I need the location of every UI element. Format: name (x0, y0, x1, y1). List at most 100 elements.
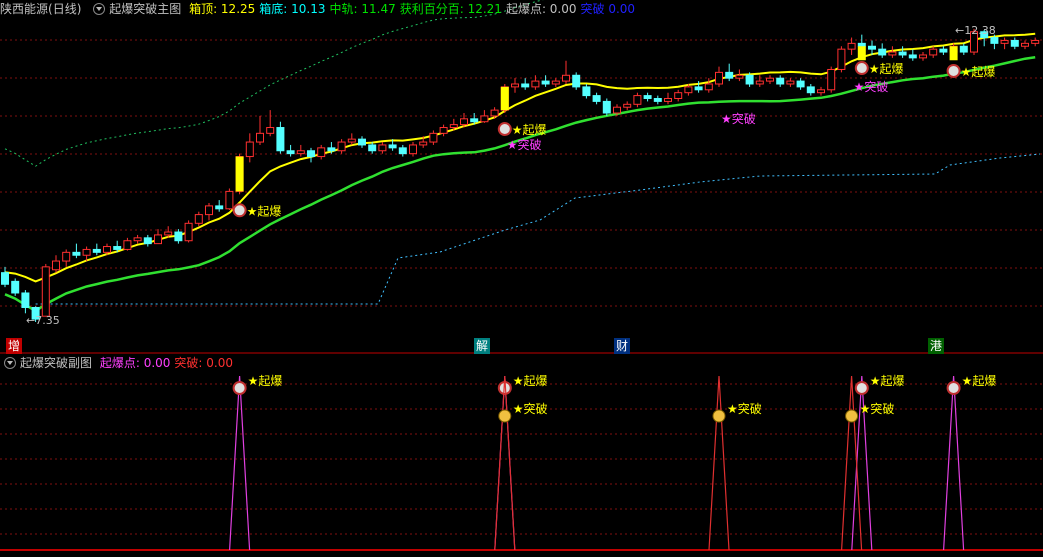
sub-indicator-name[interactable]: 起爆突破副图 (20, 356, 92, 370)
sub-qibao-label-3: ★起爆 (962, 374, 997, 388)
candle-body-9 (92, 248, 101, 253)
sub-qibao-icon-2 (854, 381, 869, 395)
candle-body-22 (225, 190, 234, 210)
candle-body-31 (317, 147, 326, 158)
candle-body-18 (184, 222, 193, 242)
candle-body-63 (643, 95, 652, 100)
stock-name: 陕西能源 (0, 2, 49, 16)
candle-body-4 (41, 266, 50, 317)
candle-body-67 (684, 86, 693, 94)
sub-tupo-spike-1 (708, 375, 730, 551)
candle-body-68 (694, 86, 703, 91)
candle-body-5 (52, 260, 60, 271)
candle-body-2 (21, 292, 30, 308)
low-price-label: ←7.35 (26, 314, 60, 327)
candle-body-75 (766, 77, 774, 82)
sub-indicator-menu-icon[interactable] (4, 356, 16, 369)
middle-track-line (4, 56, 1036, 313)
candle-body-34 (347, 138, 356, 143)
candle-body-51 (521, 83, 530, 88)
candle-body-12 (123, 240, 132, 250)
candle-body-54 (551, 80, 560, 85)
candle-body-89 (908, 54, 917, 59)
qibao-signal-0-label: ★起爆 (247, 204, 282, 218)
sub-tupo-icon-0 (498, 409, 512, 423)
main-value-item-1: 箱底: 10.13 (259, 2, 326, 16)
candle-body-92 (939, 48, 948, 53)
sub-qibao-spike-0 (229, 375, 251, 551)
main-header: 陕西能源(日线) 起爆突破主图 箱顶: 12.25 箱底: 10.13 中轨: 11… (0, 0, 643, 18)
candle-body-77 (786, 80, 795, 85)
event-tag-zeng[interactable]: 增 (6, 338, 23, 354)
candle-body-36 (368, 144, 377, 152)
sub-tupo-label-0: ★突破 (513, 401, 548, 416)
qibao-signal-2-bar (857, 46, 866, 61)
qibao-signal-1-label: ★起爆 (512, 123, 547, 137)
candle-body-57 (582, 86, 591, 97)
sub-chart-canvas[interactable]: ★起爆 ★起爆 ★起爆 ★起爆 ★突破 ★突破 ★突破 (0, 354, 1043, 557)
candle-body-58 (592, 95, 601, 102)
event-tag-gang-label: 港 (930, 339, 943, 353)
sub-qibao-icon-0 (232, 381, 247, 395)
qibao-signal-1-marker: ★起爆 (497, 122, 547, 137)
main-indicator-values: 箱顶: 12.25 箱底: 10.13 中轨: 11.47 获利百分百: 12.21 起… (189, 2, 639, 16)
candle-body-7 (72, 251, 81, 256)
candle-body-84 (857, 42, 866, 47)
sub-chart-panel[interactable]: ★起爆 ★起爆 ★起爆 ★起爆 ★突破 ★突破 ★突破 起爆突破副图 起爆点: 0.00 突破… (0, 354, 1043, 557)
candle-body-28 (286, 150, 295, 155)
indicator-name[interactable]: 起爆突破主图 (109, 2, 181, 16)
candle-body-72 (735, 74, 744, 79)
candle-body-47 (480, 115, 489, 123)
candle-body-88 (898, 51, 907, 56)
candle-body-91 (929, 48, 938, 56)
candle-body-99 (1010, 39, 1019, 47)
main-chart-panel[interactable]: ★起爆 ★起爆 ★起爆 ★起爆 ★突破 ★突破 ★突破 ←7.35 ←12.38 陕西能源(日线… (0, 0, 1043, 354)
candle-body-35 (358, 138, 366, 146)
sub-qibao-spike-1 (494, 375, 516, 551)
candle-body-0 (1, 272, 9, 285)
candle-body-76 (776, 77, 785, 85)
high-price-label: ←12.38 (955, 24, 996, 37)
main-chart-canvas[interactable]: ★起爆★起爆★起爆 ★起爆★突破★突破★突破←7.35←12.38 (0, 0, 1043, 354)
candle-body-74 (755, 80, 764, 85)
qibao-signal-1-icon (497, 122, 512, 137)
candle-body-61 (623, 103, 632, 108)
sub-tupo-icon-2 (845, 409, 859, 423)
event-tag-cai-label: 财 (616, 339, 629, 353)
candle-body-66 (674, 92, 683, 100)
candle-body-79 (806, 86, 815, 94)
sub-value-item-0: 起爆点: 0.00 (99, 356, 171, 370)
sub-qibao-label-2: ★起爆 (870, 374, 905, 388)
candle-body-33 (337, 141, 346, 152)
sub-tupo-spike-2 (841, 375, 863, 551)
candle-body-11 (113, 246, 122, 250)
event-tag-jie[interactable]: 解 (474, 338, 491, 354)
candle-body-53 (541, 80, 550, 85)
event-tag-cai[interactable]: 财 (614, 338, 631, 354)
sub-tupo-spike-0 (494, 375, 516, 551)
candle-body-27 (276, 127, 285, 152)
candle-body-14 (143, 237, 152, 245)
period-label: (日线) (48, 2, 82, 16)
event-tag-gang[interactable]: 港 (928, 338, 945, 354)
candle-body-40 (409, 144, 417, 155)
candle-body-38 (388, 144, 397, 149)
candle-body-101 (1031, 39, 1040, 44)
indicator-menu-icon[interactable] (93, 2, 106, 15)
tupo-signal-0-label: ★突破 (507, 137, 542, 152)
candle-body-20 (205, 205, 213, 216)
qibao-signal-0-marker: ★起爆 (232, 203, 282, 218)
qibao-signal-0-icon (232, 203, 247, 218)
main-value-item-2: 中轨: 11.47 (329, 2, 396, 16)
candle-body-42 (429, 132, 438, 143)
candle-body-10 (103, 246, 111, 253)
qibao-signal-3-icon (946, 63, 961, 78)
qibao-signal-3-label: ★起爆 (961, 65, 996, 79)
qibao-signal-3-bar (949, 46, 958, 61)
candle-body-24 (245, 141, 254, 158)
candle-body-97 (990, 37, 999, 44)
main-value-item-5: 突破 0.00 (580, 2, 636, 16)
main-value-item-0: 箱顶: 12.25 (189, 2, 256, 16)
candle-body-100 (1021, 42, 1029, 47)
candle-body-8 (82, 248, 91, 256)
